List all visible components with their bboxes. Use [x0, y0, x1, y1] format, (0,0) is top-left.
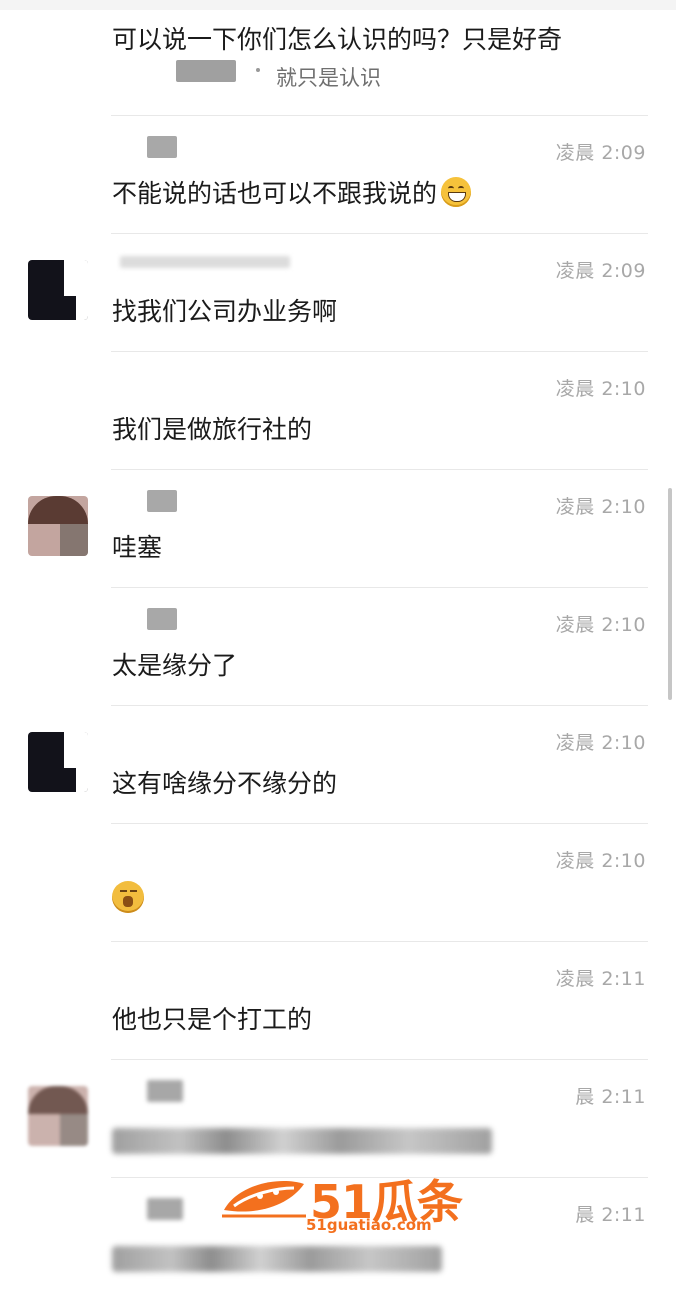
redacted-name	[147, 1080, 183, 1102]
redacted-message	[112, 1128, 492, 1154]
message-text: 太是缘分了	[112, 651, 238, 680]
separator-dot	[256, 68, 260, 72]
message-text: 哇塞	[112, 533, 163, 562]
message-time: 凌晨 2:09	[555, 260, 646, 282]
message-text: 他也只是个打工的	[112, 1005, 313, 1034]
redacted-name	[120, 256, 290, 268]
grinning-face-icon	[441, 177, 472, 207]
chat-scroll-area[interactable]: 可以说一下你们怎么认识的吗？只是好奇 就只是认识 凌晨 2:09 不能说的话也可…	[0, 10, 676, 1280]
top-strip	[0, 0, 676, 10]
redacted-name	[147, 136, 177, 158]
message-item-top[interactable]: 可以说一下你们怎么认识的吗？只是好奇 就只是认识	[0, 10, 676, 116]
message-time: 凌晨 2:09	[555, 142, 646, 164]
melon-logo-icon	[222, 1181, 306, 1218]
message-item[interactable]: 凌晨 2:09 找我们公司办业务啊	[0, 234, 676, 352]
avatar[interactable]	[28, 1086, 88, 1146]
message-time: 凌晨 2:10	[555, 496, 646, 518]
message-text-wrap: 不能说的话也可以不跟我说的	[112, 174, 472, 210]
reply-preview: 就只是认识	[276, 66, 381, 90]
redacted-name	[147, 1198, 183, 1220]
message-item[interactable]: 凌晨 2:10 我们是做旅行社的	[0, 352, 676, 470]
message-text: 找我们公司办业务啊	[112, 297, 338, 326]
message-time: 凌晨 2:10	[555, 850, 646, 872]
message-text: 这有啥缘分不缘分的	[112, 769, 338, 798]
watermark-url: 51guatiao.com	[306, 1216, 432, 1234]
facepalm-emoji-icon	[112, 881, 144, 913]
message-text: 不能说的话也可以不跟我说的	[112, 179, 438, 208]
message-time: 凌晨 2:10	[555, 614, 646, 636]
message-time: 晨 2:11	[575, 1204, 646, 1226]
scrollbar[interactable]	[668, 488, 672, 700]
avatar[interactable]	[28, 732, 88, 792]
message-item[interactable]: 凌晨 2:10 太是缘分了	[0, 588, 676, 706]
redacted-name	[147, 608, 177, 630]
redacted-name	[176, 60, 236, 82]
message-text: 可以说一下你们怎么认识的吗？只是好奇	[112, 25, 563, 54]
message-item[interactable]: 凌晨 2:10 这有啥缘分不缘分的	[0, 706, 676, 824]
message-time: 凌晨 2:11	[555, 968, 646, 990]
message-text: 我们是做旅行社的	[112, 415, 313, 444]
redacted-message	[112, 1246, 442, 1272]
message-item[interactable]: 晨 2:11	[0, 1060, 676, 1178]
avatar[interactable]	[28, 496, 88, 556]
message-time: 凌晨 2:10	[555, 378, 646, 400]
message-item[interactable]: 凌晨 2:10	[0, 824, 676, 942]
watermark: 51瓜条 51guatiao.com	[220, 1166, 463, 1236]
message-item[interactable]: 凌晨 2:11 他也只是个打工的	[0, 942, 676, 1060]
message-time: 晨 2:11	[575, 1086, 646, 1108]
avatar[interactable]	[28, 260, 88, 320]
message-item[interactable]: 凌晨 2:09 不能说的话也可以不跟我说的	[0, 116, 676, 234]
message-time: 凌晨 2:10	[555, 732, 646, 754]
redacted-name	[147, 490, 177, 512]
message-item[interactable]: 凌晨 2:10 哇塞	[0, 470, 676, 588]
